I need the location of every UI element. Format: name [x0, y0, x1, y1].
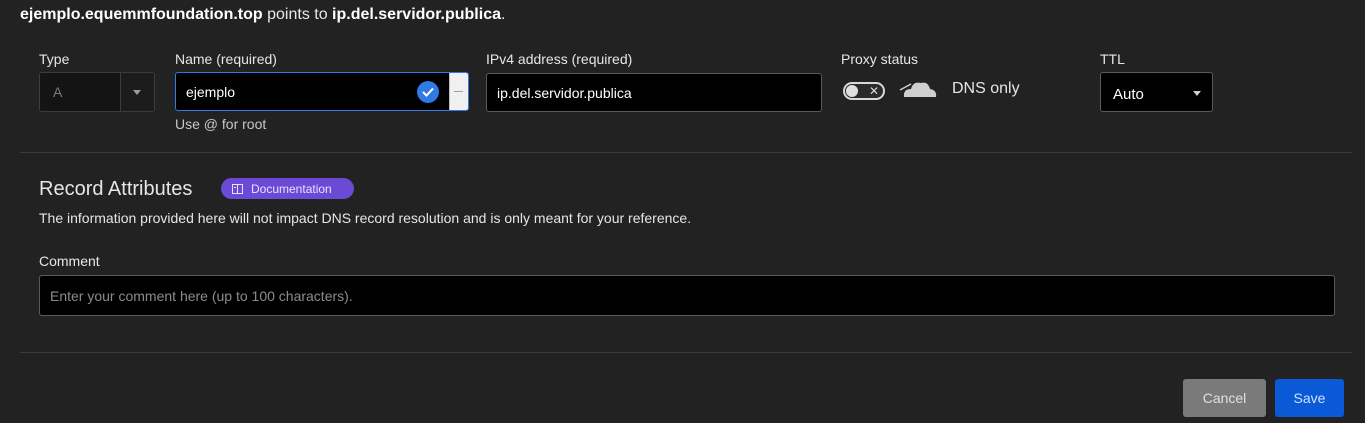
section-title: Record Attributes: [39, 178, 193, 200]
comment-input[interactable]: [39, 275, 1335, 316]
proxy-status-label: Proxy status: [841, 51, 919, 67]
dns-record-edit-form: ejemplo.equemmfoundation.top points to i…: [0, 0, 1365, 423]
name-hint: Use @ for root: [175, 116, 267, 132]
proxy-toggle[interactable]: ✕: [843, 82, 885, 100]
type-dropdown-toggle[interactable]: [120, 73, 154, 111]
summary-target: ip.del.servidor.publica: [332, 6, 501, 23]
type-select[interactable]: A: [39, 72, 155, 112]
ttl-label: TTL: [1100, 51, 1125, 67]
footer-divider: [20, 352, 1352, 353]
documentation-link[interactable]: Documentation: [221, 178, 354, 199]
comment-label: Comment: [39, 253, 100, 269]
x-icon: ✕: [869, 84, 880, 98]
check-circle-icon: [417, 81, 439, 103]
proxy-state-label: DNS only: [952, 80, 1020, 97]
save-button[interactable]: Save: [1275, 379, 1344, 417]
ttl-value: Auto: [1113, 86, 1144, 103]
autofill-handle[interactable]: [449, 73, 468, 110]
ipv4-label: IPv4 address (required): [486, 51, 633, 67]
toggle-knob: [846, 85, 858, 97]
name-field[interactable]: [175, 72, 469, 111]
cancel-button[interactable]: Cancel: [1183, 379, 1266, 417]
summary-record-name: ejemplo.equemmfoundation.top: [20, 6, 263, 23]
book-icon: [232, 183, 243, 194]
summary-connector: points to: [262, 6, 333, 23]
name-input[interactable]: [176, 73, 417, 110]
record-summary: ejemplo.equemmfoundation.top points to i…: [20, 6, 505, 24]
section-divider: [20, 152, 1352, 153]
summary-period: .: [500, 6, 506, 23]
type-value: A: [53, 84, 63, 100]
ttl-select[interactable]: Auto: [1100, 72, 1213, 112]
type-label: Type: [39, 51, 70, 67]
attributes-info: The information provided here will not i…: [39, 210, 692, 226]
cloud-icon: [898, 77, 938, 106]
name-label: Name (required): [175, 51, 277, 67]
documentation-label: Documentation: [251, 181, 332, 196]
ipv4-input[interactable]: [486, 73, 822, 112]
chevron-down-icon: [133, 90, 141, 95]
chevron-down-icon: [1193, 91, 1201, 96]
